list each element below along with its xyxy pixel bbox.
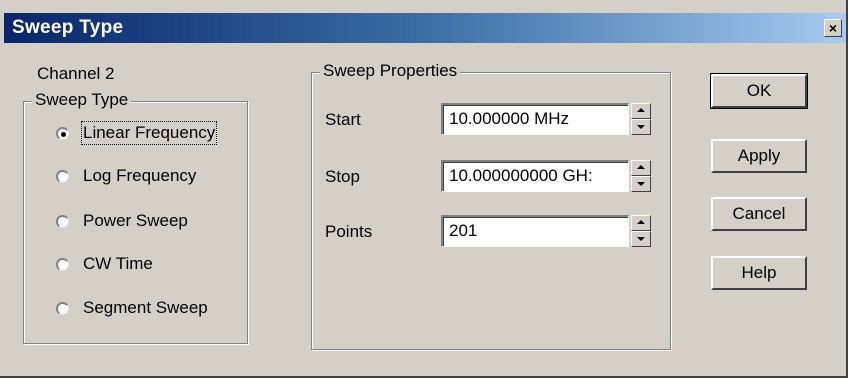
sweep-type-group-label: Sweep Type xyxy=(32,90,132,110)
arrow-up-icon xyxy=(637,220,645,224)
radio-button-icon[interactable] xyxy=(56,214,69,228)
arrow-down-icon xyxy=(637,237,645,241)
start-spinner xyxy=(631,103,651,135)
radio-label[interactable]: Power Sweep xyxy=(83,211,188,231)
channel-label: Channel 2 xyxy=(37,64,115,83)
stop-increment-button[interactable] xyxy=(631,160,651,176)
start-decrement-button[interactable] xyxy=(631,119,651,135)
points-increment-button[interactable] xyxy=(631,215,651,231)
cancel-button[interactable]: Cancel xyxy=(711,197,807,231)
points-decrement-button[interactable] xyxy=(631,231,651,247)
radio-button-icon[interactable] xyxy=(56,301,69,315)
stop-decrement-button[interactable] xyxy=(631,176,651,192)
arrow-down-icon xyxy=(637,182,645,186)
start-increment-button[interactable] xyxy=(631,103,651,119)
radio-log-frequency[interactable]: Log Frequency xyxy=(56,165,196,187)
radio-label[interactable]: Linear Frequency xyxy=(80,121,218,145)
arrow-up-icon xyxy=(637,108,645,112)
arrow-down-icon xyxy=(637,125,645,129)
points-input[interactable]: 201 xyxy=(441,215,629,247)
radio-label[interactable]: Segment Sweep xyxy=(83,298,208,318)
radio-button-icon[interactable] xyxy=(56,169,69,183)
help-button[interactable]: Help xyxy=(711,256,807,290)
radio-label[interactable]: Log Frequency xyxy=(83,166,196,186)
points-spinner xyxy=(631,215,651,247)
start-label: Start xyxy=(325,110,361,129)
close-icon: × xyxy=(828,20,838,36)
stop-spinner xyxy=(631,160,651,192)
title-bar: Sweep Type × xyxy=(4,13,846,43)
stop-label: Stop xyxy=(325,167,360,186)
arrow-up-icon xyxy=(637,165,645,169)
sweep-type-group: Sweep Type Linear Frequency Log Frequenc… xyxy=(23,90,248,344)
sweep-properties-group-label: Sweep Properties xyxy=(320,61,461,81)
close-button[interactable]: × xyxy=(824,19,842,37)
radio-cw-time[interactable]: CW Time xyxy=(56,253,153,275)
apply-button[interactable]: Apply xyxy=(711,139,807,173)
radio-label[interactable]: CW Time xyxy=(83,254,153,274)
ok-button[interactable]: OK xyxy=(710,73,808,109)
radio-segment-sweep[interactable]: Segment Sweep xyxy=(56,297,208,319)
radio-button-checked-icon[interactable] xyxy=(56,126,69,140)
radio-power-sweep[interactable]: Power Sweep xyxy=(56,210,188,232)
stop-input[interactable]: 10.000000000 GH: xyxy=(441,160,629,192)
start-input[interactable]: 10.000000 MHz xyxy=(441,103,629,135)
radio-button-icon[interactable] xyxy=(56,257,69,271)
window-title: Sweep Type xyxy=(12,17,124,38)
points-label: Points xyxy=(325,222,373,241)
sweep-type-dialog: Sweep Type × Channel 2 Sweep Type Linear… xyxy=(0,0,848,378)
radio-linear-frequency[interactable]: Linear Frequency xyxy=(56,121,218,145)
